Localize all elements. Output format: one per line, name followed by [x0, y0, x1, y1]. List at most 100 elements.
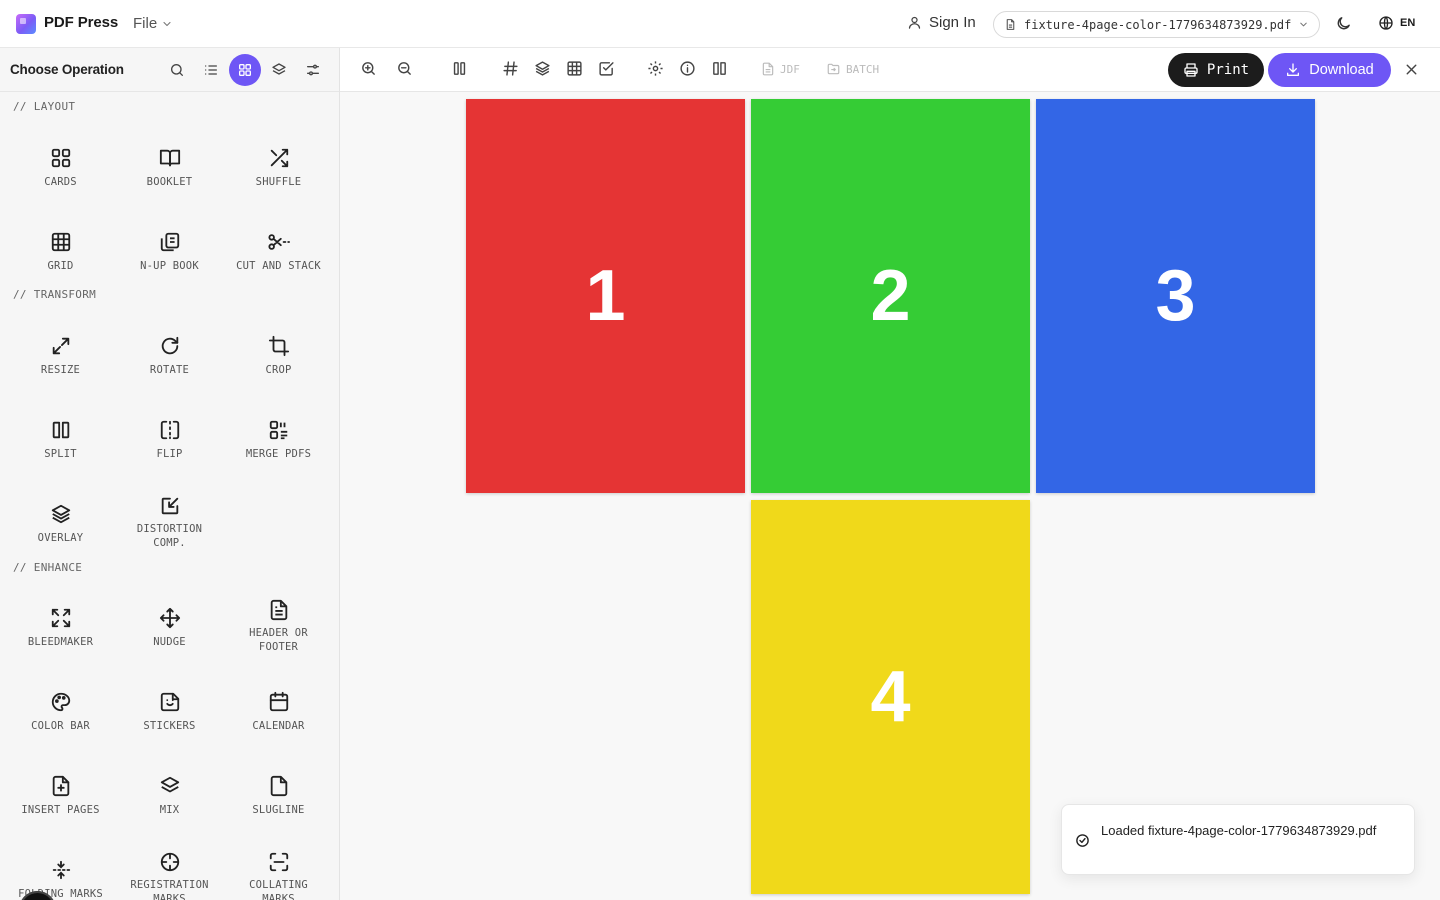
- layers-icon: [50, 502, 72, 526]
- list-view-button[interactable]: [195, 54, 227, 86]
- pdf-page-2[interactable]: 2: [751, 99, 1030, 493]
- download-label: Download: [1309, 62, 1374, 78]
- download-button[interactable]: Download: [1268, 53, 1391, 87]
- op-label: NUDGE: [153, 636, 186, 648]
- book-open-icon: [159, 146, 181, 170]
- top-bar: PDF Press File Sign In fixture-4page-col…: [0, 0, 1440, 48]
- op-label: HEADER OR FOOTER: [249, 627, 308, 653]
- gear-icon: [647, 60, 664, 77]
- op-header-or-footer[interactable]: HEADER OR FOOTER: [224, 570, 333, 654]
- op-mix[interactable]: MIX: [115, 738, 224, 822]
- language-label: EN: [1400, 17, 1416, 29]
- split-icon: [711, 60, 728, 77]
- op-label: CALENDAR: [252, 720, 305, 732]
- theme-toggle[interactable]: [1335, 15, 1352, 32]
- op-label: SLUGLINE: [252, 804, 305, 816]
- op-calendar[interactable]: CALENDAR: [224, 654, 333, 738]
- pdf-canvas[interactable]: 1 2 3 4: [340, 92, 1440, 900]
- print-button[interactable]: Print: [1168, 53, 1264, 87]
- zoom-out-icon: [396, 60, 413, 77]
- columns-button[interactable]: [451, 60, 468, 77]
- op-nudge[interactable]: NUDGE: [115, 570, 224, 654]
- op-grid[interactable]: GRID: [6, 194, 115, 278]
- download-icon: [1285, 62, 1301, 78]
- language-selector[interactable]: EN: [1378, 15, 1415, 31]
- globe-icon: [1378, 15, 1394, 31]
- table-icon: [566, 60, 583, 77]
- op-crop[interactable]: CROP: [224, 298, 333, 382]
- page-numbers-button[interactable]: [502, 60, 519, 77]
- crosshair-icon: [159, 851, 181, 873]
- op-label: COLOR BAR: [31, 720, 90, 732]
- chevron-down-icon: [161, 18, 173, 30]
- close-button[interactable]: [1403, 61, 1420, 78]
- op-merge-pdfs[interactable]: MERGE PDFS: [224, 382, 333, 466]
- search-button[interactable]: [161, 54, 193, 86]
- pdf-page-4[interactable]: 4: [751, 500, 1030, 894]
- op-distortion-comp[interactable]: DISTORTION COMP.: [115, 466, 224, 550]
- check-square-icon: [598, 60, 615, 77]
- op-label: N-UP BOOK: [140, 260, 199, 272]
- table-button[interactable]: [566, 60, 583, 77]
- zoom-in-button[interactable]: [360, 60, 377, 77]
- settings-button[interactable]: [647, 60, 664, 77]
- split-view-button[interactable]: [711, 60, 728, 77]
- op-registration-marks[interactable]: REGISTRATION MARKS: [115, 822, 224, 900]
- op-stickers[interactable]: STICKERS: [115, 654, 224, 738]
- op-cut-and-stack[interactable]: CUT AND STACK: [224, 194, 333, 278]
- page-number: 2: [870, 256, 911, 336]
- op-booklet[interactable]: BOOKLET: [115, 110, 224, 194]
- op-color-bar[interactable]: COLOR BAR: [6, 654, 115, 738]
- op-folding-marks[interactable]: FOLDING MARKS: [6, 822, 115, 900]
- op-label: CROP: [265, 364, 292, 376]
- list-icon: [203, 62, 219, 78]
- layers-view-button[interactable]: [263, 54, 295, 86]
- op-rotate[interactable]: ROTATE: [115, 298, 224, 382]
- op-insert-pages[interactable]: INSERT PAGES: [6, 738, 115, 822]
- folder-arrow-icon: [826, 62, 841, 76]
- file-selector[interactable]: fixture-4page-color-1779634873929.pdf: [993, 11, 1320, 38]
- pdf-page-3[interactable]: 3: [1036, 99, 1315, 493]
- hash-icon: [502, 60, 519, 77]
- op-slugline[interactable]: SLUGLINE: [224, 738, 333, 822]
- op-split[interactable]: SPLIT: [6, 382, 115, 466]
- op-resize[interactable]: RESIZE: [6, 298, 115, 382]
- jdf-button[interactable]: JDF: [761, 62, 800, 76]
- op-shuffle[interactable]: SHUFFLE: [224, 110, 333, 194]
- op-collating-marks[interactable]: COLLATING MARKS: [224, 822, 333, 900]
- op-cards[interactable]: CARDS: [6, 110, 115, 194]
- viewer-toolbar: JDF BATCH Print Download: [340, 48, 1440, 92]
- op-n-up-book[interactable]: N-UP BOOK: [115, 194, 224, 278]
- user-icon: [907, 15, 922, 30]
- crop-icon: [268, 334, 290, 358]
- checkbox-button[interactable]: [598, 60, 615, 77]
- check-circle-icon: [1075, 833, 1090, 848]
- pdf-page-1[interactable]: 1: [466, 99, 745, 493]
- op-label: INSERT PAGES: [21, 804, 100, 816]
- op-label: STICKERS: [143, 720, 196, 732]
- sign-in-button[interactable]: Sign In: [907, 14, 976, 31]
- fold-icon: [50, 858, 72, 882]
- op-flip[interactable]: FLIP: [115, 382, 224, 466]
- layers-button[interactable]: [534, 60, 551, 77]
- op-label: MERGE PDFS: [245, 448, 312, 460]
- zoom-out-button[interactable]: [396, 60, 413, 77]
- op-label: CARDS: [44, 176, 77, 188]
- op-label: REGISTRATION MARKS: [130, 879, 209, 900]
- expand-icon: [50, 334, 72, 358]
- op-label: MIX: [159, 804, 180, 816]
- batch-label: BATCH: [846, 62, 880, 76]
- scissors-icon: [267, 230, 291, 254]
- page-number: 1: [585, 256, 626, 336]
- printer-icon: [1183, 62, 1199, 78]
- grid-view-button[interactable]: [229, 54, 261, 86]
- file-menu[interactable]: File: [133, 15, 173, 32]
- op-overlay[interactable]: OVERLAY: [6, 466, 115, 550]
- file-text-icon: [268, 599, 290, 621]
- op-bleedmaker[interactable]: BLEEDMAKER: [6, 570, 115, 654]
- file-name: fixture-4page-color-1779634873929.pdf: [1024, 17, 1292, 32]
- filter-button[interactable]: [297, 54, 329, 86]
- batch-button[interactable]: BATCH: [826, 62, 879, 76]
- file-plus-icon: [50, 774, 72, 798]
- info-button[interactable]: [679, 60, 696, 77]
